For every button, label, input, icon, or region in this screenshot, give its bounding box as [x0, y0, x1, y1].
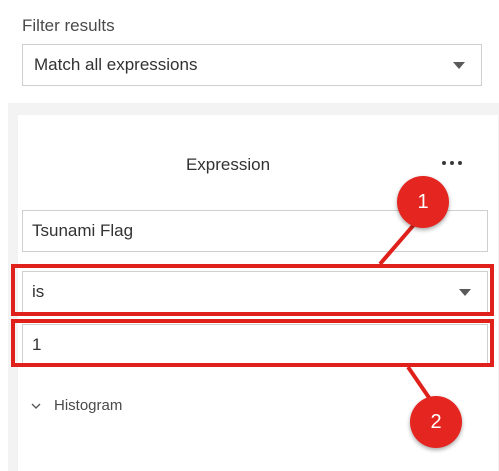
- histogram-label: Histogram: [54, 397, 123, 414]
- ellipsis-dot: [450, 161, 454, 165]
- ellipsis-dot: [442, 161, 446, 165]
- highlight-box-value: [11, 319, 494, 367]
- ellipsis-icon[interactable]: [438, 155, 466, 171]
- match-expressions-select[interactable]: Match all expressions: [22, 44, 482, 86]
- filter-panel: Filter results Match all expressions Exp…: [0, 0, 499, 471]
- filter-results-label: Filter results: [22, 16, 115, 35]
- ellipsis-dot: [458, 161, 462, 165]
- field-name-value: Tsunami Flag: [32, 221, 134, 240]
- callout-badge-2: 2: [410, 396, 462, 448]
- callout-badge-1: 1: [397, 176, 449, 228]
- expression-title: Expression: [185, 155, 271, 174]
- caret-down-icon: [453, 62, 465, 69]
- highlight-box-operator: [11, 264, 494, 316]
- match-expressions-value: Match all expressions: [34, 55, 198, 74]
- histogram-toggle[interactable]: Histogram: [30, 397, 122, 414]
- chevron-down-icon: [31, 403, 41, 409]
